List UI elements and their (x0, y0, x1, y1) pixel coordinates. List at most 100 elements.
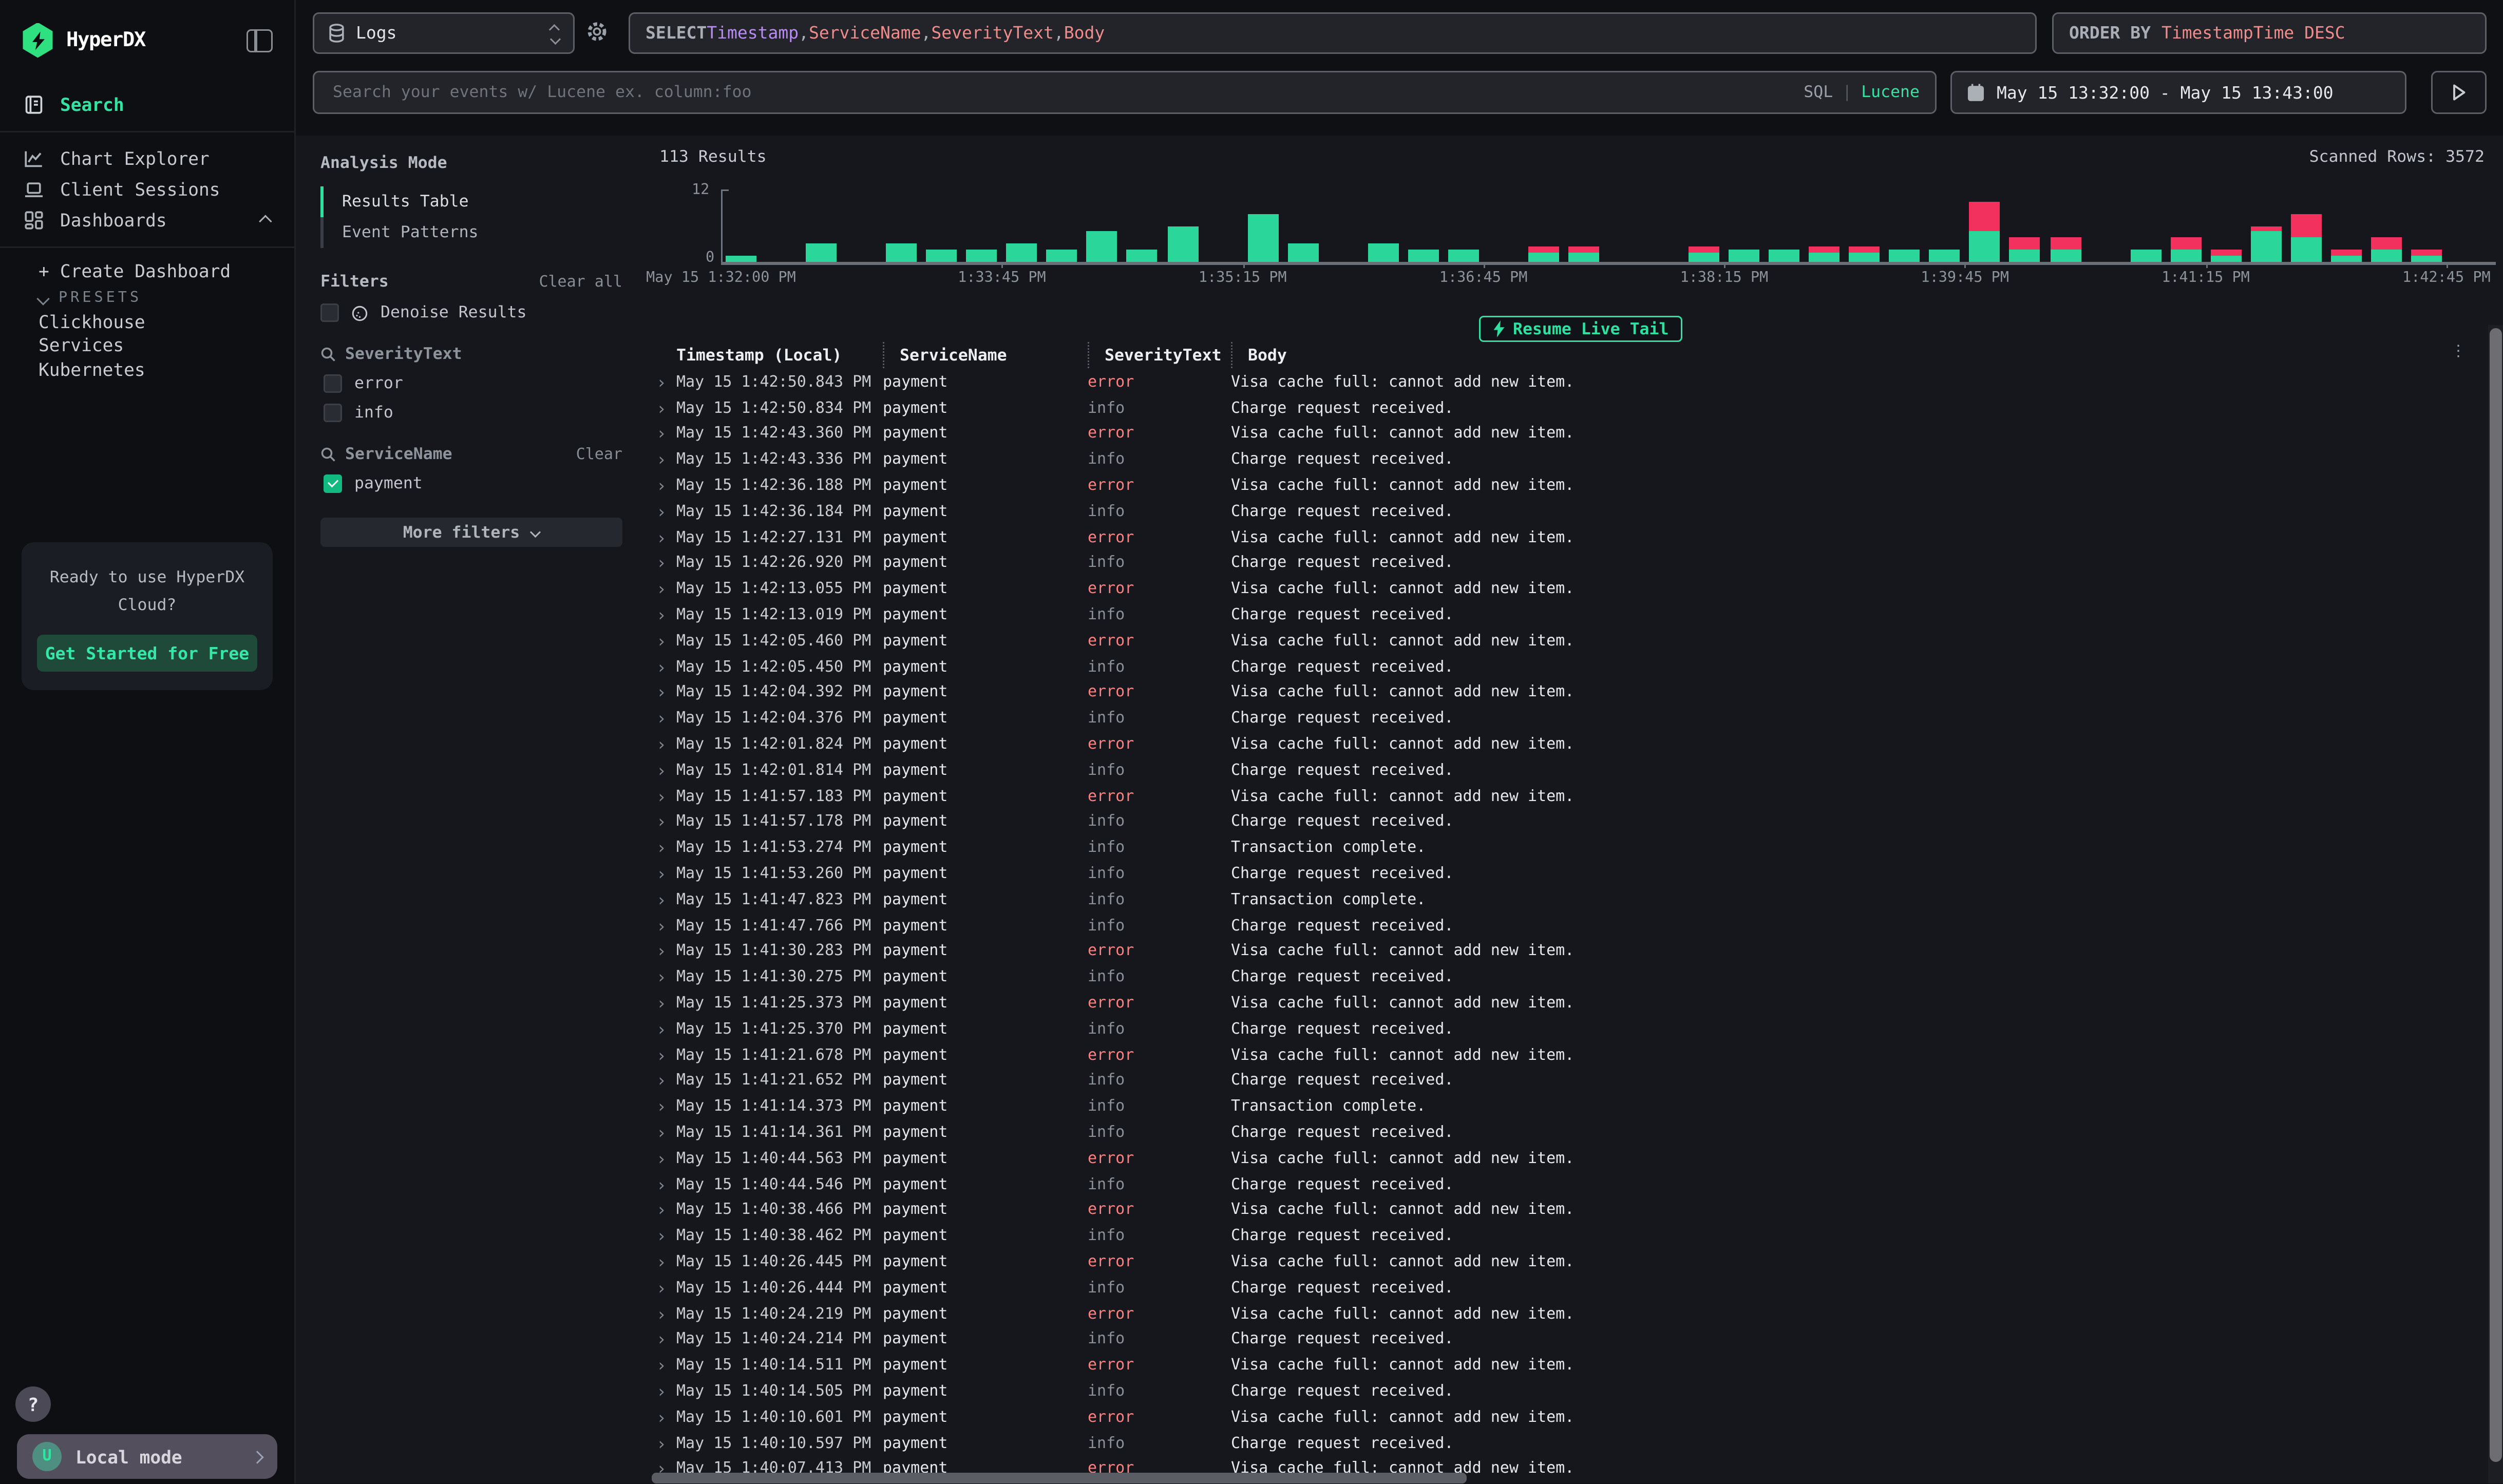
histogram-bar[interactable] (1087, 232, 1117, 262)
sidebar-item-dashboards[interactable]: Dashboards (0, 205, 294, 236)
analysis-mode-tab-results-table[interactable]: Results Table (320, 186, 635, 217)
row-expand-chevron-icon[interactable]: › (652, 866, 676, 883)
resume-live-tail-button[interactable]: Resume Live Tail (1479, 316, 1682, 342)
row-expand-chevron-icon[interactable]: › (652, 918, 676, 935)
histogram-bar[interactable] (1408, 250, 1438, 262)
row-expand-chevron-icon[interactable]: › (652, 1099, 676, 1116)
row-expand-chevron-icon[interactable]: › (652, 969, 676, 986)
sidebar-item-client-sessions[interactable]: Client Sessions (0, 174, 294, 205)
results-histogram[interactable]: 12 0 May 15 1:32:00 PM1:33:45 PM1:35:15 … (652, 189, 2494, 297)
log-row[interactable]: ›May 15 1:40:14.505 PMpaymentinfoCharge … (652, 1379, 2488, 1404)
row-expand-chevron-icon[interactable]: › (652, 1021, 676, 1038)
row-expand-chevron-icon[interactable]: › (652, 452, 676, 469)
log-row[interactable]: ›May 15 1:41:14.361 PMpaymentinfoCharge … (652, 1120, 2488, 1146)
log-row[interactable]: ›May 15 1:42:01.824 PMpaymenterrorVisa c… (652, 732, 2488, 757)
search-bar[interactable]: SQL | Lucene (313, 71, 1937, 114)
language-toggle[interactable]: SQL | Lucene (1804, 83, 1920, 102)
column-header-severitytext[interactable]: SeverityText (1088, 342, 1231, 368)
row-expand-chevron-icon[interactable]: › (652, 736, 676, 753)
log-row[interactable]: ›May 15 1:40:26.444 PMpaymentinfoCharge … (652, 1276, 2488, 1301)
row-expand-chevron-icon[interactable]: › (652, 1331, 676, 1348)
histogram-bar[interactable] (1287, 244, 1318, 262)
log-row[interactable]: ›May 15 1:41:30.283 PMpaymenterrorVisa c… (652, 939, 2488, 965)
log-row[interactable]: ›May 15 1:41:21.652 PMpaymentinfoCharge … (652, 1069, 2488, 1094)
facet-clear-link[interactable]: Clear (576, 446, 622, 463)
analysis-mode-tab-event-patterns[interactable]: Event Patterns (320, 217, 635, 248)
log-row[interactable]: ›May 15 1:42:01.814 PMpaymentinfoCharge … (652, 758, 2488, 784)
histogram-bar[interactable] (1889, 250, 1920, 262)
row-expand-chevron-icon[interactable]: › (652, 1409, 676, 1426)
log-row[interactable]: ›May 15 1:41:25.370 PMpaymentinfoCharge … (652, 1017, 2488, 1042)
row-expand-chevron-icon[interactable]: › (652, 1150, 676, 1167)
histogram-bar[interactable] (1769, 250, 1800, 262)
histogram-bar[interactable] (2170, 238, 2201, 262)
row-expand-chevron-icon[interactable]: › (652, 814, 676, 831)
row-expand-chevron-icon[interactable]: › (652, 788, 676, 805)
vertical-scrollbar-thumb[interactable] (2489, 328, 2501, 1462)
log-row[interactable]: ›May 15 1:42:36.184 PMpaymentinfoCharge … (652, 499, 2488, 525)
facet-option-error[interactable]: error (324, 374, 622, 393)
row-expand-chevron-icon[interactable]: › (652, 400, 676, 417)
denoise-row[interactable]: Denoise Results (320, 303, 622, 322)
log-row[interactable]: ›May 15 1:41:57.183 PMpaymenterrorVisa c… (652, 784, 2488, 809)
log-row[interactable]: ›May 15 1:41:53.260 PMpaymentinfoCharge … (652, 861, 2488, 887)
histogram-bar[interactable] (1528, 247, 1559, 262)
search-input[interactable] (330, 82, 1791, 103)
column-header-servicename[interactable]: ServiceName (883, 342, 1088, 368)
log-row[interactable]: ›May 15 1:42:50.843 PMpaymenterrorVisa c… (652, 370, 2488, 395)
row-expand-chevron-icon[interactable]: › (652, 684, 676, 701)
row-expand-chevron-icon[interactable]: › (652, 943, 676, 960)
table-options-kebab-icon[interactable]: ⋮ (2451, 344, 2466, 360)
row-expand-chevron-icon[interactable]: › (652, 555, 676, 572)
row-expand-chevron-icon[interactable]: › (652, 995, 676, 1012)
row-expand-chevron-icon[interactable]: › (652, 1435, 676, 1452)
row-expand-chevron-icon[interactable]: › (652, 711, 676, 728)
gear-icon[interactable] (585, 20, 609, 43)
run-query-button[interactable] (2431, 71, 2487, 114)
histogram-bar[interactable] (1007, 244, 1037, 262)
log-row[interactable]: ›May 15 1:41:47.823 PMpaymentinfoTransac… (652, 887, 2488, 913)
row-expand-chevron-icon[interactable]: › (652, 1358, 676, 1375)
histogram-bar[interactable] (1568, 247, 1599, 262)
histogram-bar[interactable] (2250, 226, 2281, 262)
sidebar-item-chart-explorer[interactable]: Chart Explorer (0, 143, 294, 174)
create-dashboard-button[interactable]: + Create Dashboard (0, 259, 294, 283)
row-expand-chevron-icon[interactable]: › (652, 1125, 676, 1141)
row-expand-chevron-icon[interactable]: › (652, 840, 676, 857)
histogram-bar[interactable] (1448, 250, 1478, 262)
log-row[interactable]: ›May 15 1:42:13.019 PMpaymentinfoCharge … (652, 603, 2488, 629)
vertical-scrollbar[interactable] (2488, 325, 2503, 1484)
log-row[interactable]: ›May 15 1:40:10.601 PMpaymenterrorVisa c… (652, 1405, 2488, 1431)
log-row[interactable]: ›May 15 1:40:24.219 PMpaymenterrorVisa c… (652, 1301, 2488, 1327)
log-row[interactable]: ›May 15 1:40:26.445 PMpaymenterrorVisa c… (652, 1249, 2488, 1275)
get-started-button[interactable]: Get Started for Free (37, 635, 257, 672)
row-expand-chevron-icon[interactable]: › (652, 607, 676, 624)
clear-all-link[interactable]: Clear all (539, 274, 622, 291)
error-checkbox[interactable] (324, 374, 342, 393)
log-row[interactable]: ›May 15 1:42:05.460 PMpaymenterrorVisa c… (652, 629, 2488, 654)
row-expand-chevron-icon[interactable]: › (652, 504, 676, 521)
row-expand-chevron-icon[interactable]: › (652, 581, 676, 598)
log-row[interactable]: ›May 15 1:42:04.376 PMpaymentinfoCharge … (652, 706, 2488, 732)
log-row[interactable]: ›May 15 1:40:10.597 PMpaymentinfoCharge … (652, 1431, 2488, 1456)
sidebar-preset-services[interactable]: Services (0, 334, 294, 358)
row-expand-chevron-icon[interactable]: › (652, 529, 676, 546)
log-row[interactable]: ›May 15 1:42:50.834 PMpaymentinfoCharge … (652, 395, 2488, 421)
log-row[interactable]: ›May 15 1:42:04.392 PMpaymenterrorVisa c… (652, 680, 2488, 706)
sidebar-collapse-icon[interactable] (246, 29, 273, 52)
histogram-bar[interactable] (2130, 250, 2161, 262)
chevron-up-icon[interactable] (259, 215, 272, 227)
histogram-bar[interactable] (1809, 247, 1840, 262)
histogram-bar[interactable] (2330, 250, 2361, 262)
row-expand-chevron-icon[interactable]: › (652, 1383, 676, 1400)
histogram-bar[interactable] (1969, 202, 2000, 262)
histogram-bar[interactable] (726, 256, 756, 262)
log-row[interactable]: ›May 15 1:42:13.055 PMpaymenterrorVisa c… (652, 577, 2488, 602)
log-row[interactable]: ›May 15 1:42:36.188 PMpaymenterrorVisa c… (652, 473, 2488, 499)
histogram-bar[interactable] (1368, 244, 1398, 262)
histogram-bar[interactable] (2050, 238, 2081, 262)
histogram-bar[interactable] (2210, 250, 2241, 262)
row-expand-chevron-icon[interactable]: › (652, 1280, 676, 1297)
log-row[interactable]: ›May 15 1:41:47.766 PMpaymentinfoCharge … (652, 913, 2488, 939)
histogram-bar[interactable] (2290, 214, 2321, 262)
